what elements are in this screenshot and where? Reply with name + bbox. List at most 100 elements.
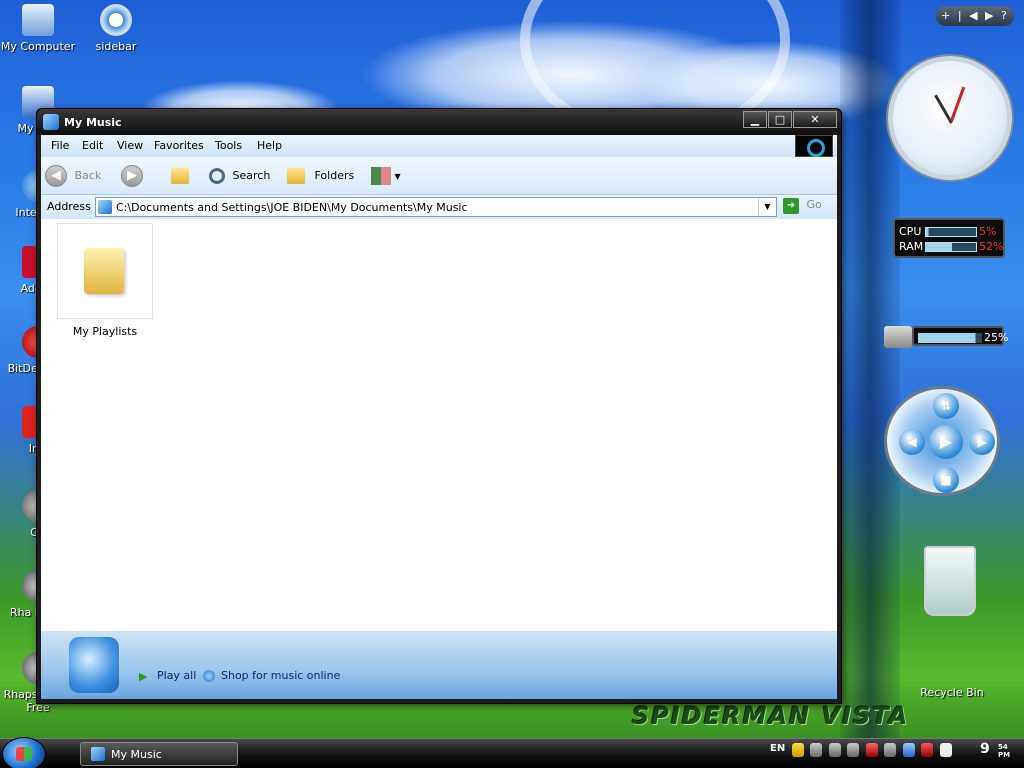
shield-icon[interactable] xyxy=(791,743,804,757)
folder-thumbnail xyxy=(57,223,153,319)
desktop-icon-label: sidebar xyxy=(95,40,137,53)
folders-button[interactable]: Folders xyxy=(287,165,354,187)
volume-icon[interactable] xyxy=(884,743,897,757)
taskbar: My Music EN 9 54 PM xyxy=(0,737,1024,768)
back-button[interactable]: ◀ Back xyxy=(45,165,101,187)
folder-item-my-playlists[interactable]: My Playlists xyxy=(57,223,153,338)
security-icon[interactable] xyxy=(865,743,878,757)
globe-icon xyxy=(203,670,215,682)
go-label: Go xyxy=(806,198,822,211)
drive-bar xyxy=(918,333,982,343)
clock-minute-hand xyxy=(950,86,966,122)
minimize-button[interactable]: ▁ xyxy=(743,111,767,128)
shop-label: Shop for music online xyxy=(221,669,341,682)
folder-label: My Playlists xyxy=(72,325,138,338)
music-folder-icon xyxy=(98,200,112,214)
recycle-bin-label: Recycle Bin xyxy=(920,686,984,699)
download-icon[interactable] xyxy=(902,743,915,757)
recycle-bin[interactable]: Recycle Bin xyxy=(918,540,984,699)
desktop-icon-my-computer[interactable]: My Computer xyxy=(0,4,76,53)
cpu-meter-gadget[interactable]: CPU 5% RAM 52% xyxy=(893,218,1005,258)
clock-gadget[interactable] xyxy=(888,56,1012,180)
maximize-button[interactable]: □ xyxy=(768,111,792,128)
shuffle-button[interactable]: ⇅ xyxy=(933,393,959,419)
ram-percent: 52% xyxy=(979,240,1004,253)
wallpaper-title: SPIDERMAN VISTA xyxy=(632,702,910,730)
search-label: Search xyxy=(232,169,271,182)
previous-button[interactable]: ◀ xyxy=(899,429,925,455)
play-icon: ▶ xyxy=(139,670,148,683)
back-label: Back xyxy=(74,169,102,182)
media-player-gadget: ⇅ ◀ ▶ ▶ ■ xyxy=(884,386,1000,496)
music-tasks-panel: ▶ Play all Shop for music online xyxy=(41,631,837,699)
desktop-icon-sidebar[interactable]: sidebar xyxy=(78,4,154,53)
shop-music-link[interactable]: Shop for music online xyxy=(203,669,340,682)
menu-favorites[interactable]: Favorites xyxy=(154,139,204,152)
play-button[interactable]: ▶ xyxy=(929,425,963,459)
cpu-bar xyxy=(925,227,977,237)
go-arrow-icon: ➜ xyxy=(783,198,799,214)
views-button[interactable]: ▼ xyxy=(371,165,401,187)
hard-drive-icon xyxy=(884,326,912,348)
computer-icon xyxy=(22,4,54,36)
music-note-icon xyxy=(69,637,119,693)
notes-icon[interactable] xyxy=(939,743,952,757)
gear-icon xyxy=(100,4,132,36)
music-folder-icon xyxy=(91,747,105,761)
disk-icon[interactable] xyxy=(828,743,841,757)
address-bar: Address C:\Documents and Settings\JOE BI… xyxy=(41,195,837,219)
views-icon xyxy=(371,167,391,185)
start-button[interactable] xyxy=(2,737,46,768)
recycle-bin-icon xyxy=(924,546,976,616)
menu-tools[interactable]: Tools xyxy=(215,139,242,152)
up-folder-icon xyxy=(171,168,189,184)
taskbar-item-my-music[interactable]: My Music xyxy=(80,742,238,766)
ram-bar xyxy=(925,242,977,252)
system-tray: EN xyxy=(770,743,955,765)
drive-meter-gadget[interactable]: 25% xyxy=(884,322,1009,352)
folders-label: Folders xyxy=(314,169,355,182)
explorer-window: My Music ▁ □ ✕ File Edit View Favorites … xyxy=(36,108,842,704)
toolbar: ◀ Back ▶ Search Folders ▼ xyxy=(41,157,837,195)
drive-percent: 25% xyxy=(984,331,1009,344)
menu-help[interactable]: Help xyxy=(257,139,282,152)
clock-display[interactable]: 9 54 PM xyxy=(980,741,1020,767)
next-button[interactable]: ▶ xyxy=(969,429,995,455)
network-icon[interactable] xyxy=(847,743,860,757)
menu-edit[interactable]: Edit xyxy=(82,139,103,152)
search-icon xyxy=(209,168,225,184)
address-dropdown-icon[interactable]: ▼ xyxy=(758,198,776,216)
menu-view[interactable]: View xyxy=(117,139,143,152)
cpu-percent: 5% xyxy=(979,225,997,238)
title-bar[interactable]: My Music ▁ □ ✕ xyxy=(37,109,841,135)
gear-icon[interactable] xyxy=(810,743,823,757)
go-button[interactable]: ➜ Go xyxy=(783,198,822,214)
file-list: My Playlists xyxy=(41,219,837,631)
taskbar-item-label: My Music xyxy=(111,748,162,761)
address-label: Address xyxy=(47,200,91,213)
window-title: My Music xyxy=(64,116,122,129)
play-all-link[interactable]: ▶ Play all xyxy=(139,669,196,683)
language-indicator[interactable]: EN xyxy=(770,743,785,757)
music-folder-icon xyxy=(43,114,59,130)
sidebar-controls[interactable]: + | ◀ ▶ ? xyxy=(936,6,1014,26)
search-button[interactable]: Search xyxy=(209,165,270,187)
close-button[interactable]: ✕ xyxy=(793,111,837,128)
ram-label: RAM xyxy=(899,240,924,253)
windows-logo-icon xyxy=(795,135,833,157)
stop-button[interactable]: ■ xyxy=(933,467,959,493)
forward-button[interactable]: ▶ xyxy=(121,165,143,187)
cpu-label: CPU xyxy=(899,225,922,238)
menu-bar: File Edit View Favorites Tools Help xyxy=(41,135,837,157)
bitdefender-icon[interactable] xyxy=(921,743,934,757)
clock-hour: 9 xyxy=(980,741,990,757)
forward-arrow-icon: ▶ xyxy=(121,165,143,187)
address-input[interactable]: C:\Documents and Settings\JOE BIDEN\My D… xyxy=(95,197,777,217)
desktop-icon-label: My Computer xyxy=(0,40,76,53)
address-path: C:\Documents and Settings\JOE BIDEN\My D… xyxy=(116,201,468,214)
folder-icon xyxy=(84,248,124,294)
menu-file[interactable]: File xyxy=(51,139,69,152)
up-folder-button[interactable] xyxy=(171,165,189,187)
clock-minute: 54 PM xyxy=(998,743,1011,759)
back-arrow-icon: ◀ xyxy=(45,165,67,187)
